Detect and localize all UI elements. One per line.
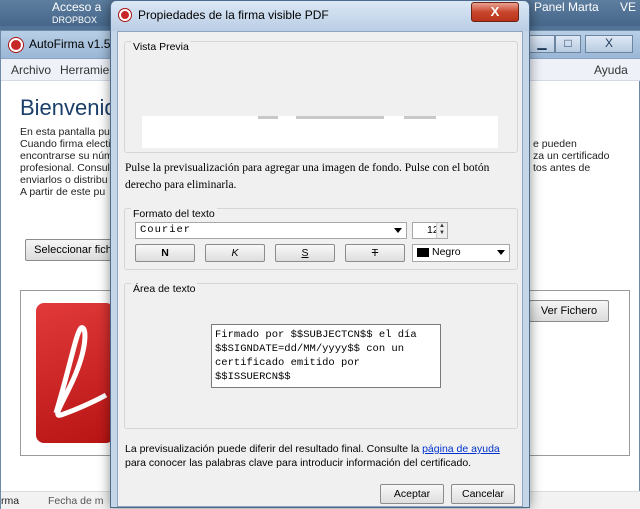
font-family-select[interactable]: Courier — [135, 222, 407, 239]
dialog-titlebar[interactable]: Propiedades de la firma visible PDF X — [111, 1, 529, 31]
welcome-text-right-3: tos antes de — [533, 162, 591, 174]
taskbar-item-ve[interactable]: VE — [620, 0, 636, 15]
window-close-button[interactable]: X — [585, 35, 633, 53]
welcome-text-line-2: Cuando firma electi — [20, 138, 111, 150]
bold-button[interactable]: N — [135, 244, 195, 262]
help-text-part-1: La previsualización puede diferir del re… — [125, 443, 423, 455]
welcome-text-line-3: encontrarse su núm — [20, 150, 113, 162]
text-area-group-label: Área de texto — [131, 283, 198, 295]
strikethrough-button[interactable]: T — [345, 244, 405, 262]
select-file-button[interactable]: Seleccionar fich — [25, 239, 121, 261]
font-size-stepper[interactable]: 12 ▲ ▼ — [412, 222, 448, 239]
preview-mark — [296, 116, 384, 119]
underline-button[interactable]: S — [275, 244, 335, 262]
font-family-value: Courier — [140, 224, 192, 236]
acrobat-logo-icon — [53, 325, 108, 418]
text-format-group-label: Formato del texto — [131, 208, 217, 220]
dialog-body: Vista Previa Pulse la previsualización p… — [117, 31, 523, 507]
welcome-text-right-2: za un certificado — [533, 150, 610, 162]
minimize-button[interactable]: ▁ — [529, 35, 555, 53]
signature-text-input[interactable]: Firmado por $$SUBJECTCN$$ el día $$SIGND… — [211, 324, 441, 388]
color-swatch — [417, 247, 429, 257]
preview-mark — [404, 116, 436, 119]
signature-preview[interactable] — [142, 116, 498, 148]
welcome-text-line-6: A partir de este pu — [20, 186, 106, 198]
maximize-button[interactable]: □ — [555, 35, 581, 53]
preview-hint-line-1: Pulse la previsualización para agregar u… — [125, 162, 490, 174]
preview-hint-line-2: derecho para eliminarla. — [125, 179, 237, 191]
preview-group-label: Vista Previa — [131, 41, 191, 53]
dialog-app-icon — [119, 9, 131, 21]
welcome-text-line-1: En esta pantalla pu — [20, 126, 110, 138]
menu-ayuda[interactable]: Ayuda — [594, 63, 628, 77]
welcome-text-line-5: enviarlos o distribu — [20, 174, 108, 186]
welcome-heading: Bienvenid — [20, 95, 117, 120]
welcome-text-right-1: e pueden — [533, 138, 577, 150]
font-color-value: Negro — [432, 246, 461, 258]
autofirma-title: AutoFirma v1.5 — [29, 37, 111, 51]
italic-button[interactable]: K — [205, 244, 265, 262]
preview-mark — [258, 116, 278, 119]
footer-label: rma — [1, 495, 20, 507]
help-text: La previsualización puede diferir del re… — [125, 442, 520, 470]
taskbar-item-panel[interactable]: Panel Marta — [534, 0, 599, 15]
taskbar-item-dropbox-sub: DROPBOX — [52, 15, 98, 25]
font-color-select[interactable]: Negro — [412, 244, 510, 262]
chevron-down-icon — [394, 228, 402, 233]
welcome-text-line-4: profesional. Consul — [20, 162, 110, 174]
help-text-part-2: para conocer las palabras clave para int… — [125, 457, 472, 469]
menu-archivo[interactable]: Archivo — [11, 63, 51, 77]
stepper-arrows-icon[interactable]: ▲ ▼ — [436, 223, 447, 238]
chevron-down-icon — [497, 250, 505, 255]
footer-date-label: Fecha de m — [48, 495, 104, 507]
menu-herramientas[interactable]: Herramie — [60, 63, 109, 77]
dialog-close-button[interactable]: X — [471, 2, 519, 22]
cancel-button[interactable]: Cancelar — [451, 484, 515, 504]
accept-button[interactable]: Aceptar — [380, 484, 444, 504]
signature-properties-dialog: Propiedades de la firma visible PDF X Vi… — [110, 0, 530, 508]
autofirma-app-icon — [9, 38, 23, 52]
help-page-link[interactable]: página de ayuda — [422, 443, 500, 455]
view-file-button[interactable]: Ver Fichero — [529, 300, 609, 322]
pdf-file-icon — [36, 303, 114, 443]
dialog-title: Propiedades de la firma visible PDF — [138, 8, 329, 22]
